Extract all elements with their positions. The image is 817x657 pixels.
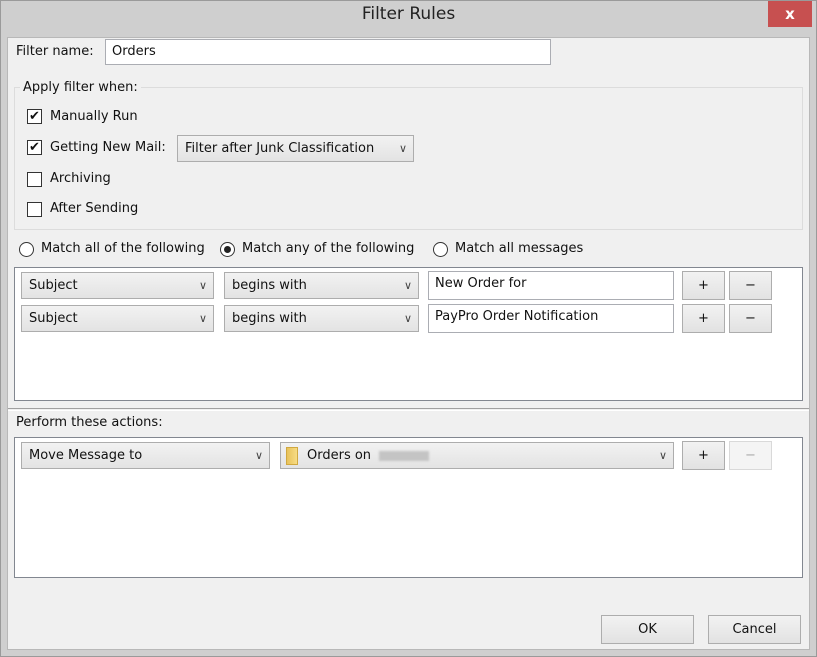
manually-run-checkbox[interactable]: ✔ [27, 109, 42, 124]
chevron-down-icon: ∨ [398, 142, 407, 155]
folder-icon [286, 447, 298, 465]
actions-label: Perform these actions: [16, 415, 163, 430]
after-sending-label: After Sending [50, 201, 139, 216]
filter-name-label: Filter name: [16, 44, 94, 59]
add-rule-button[interactable]: + [682, 304, 725, 333]
junk-classification-select[interactable]: Filter after Junk Classification ∨ [177, 135, 414, 162]
match-all-messages-radio[interactable] [433, 242, 448, 257]
select-value: Subject [29, 311, 78, 326]
splitter[interactable] [8, 408, 809, 411]
manually-run-label: Manually Run [50, 109, 138, 124]
match-all-label: Match all of the following [41, 241, 205, 256]
match-any-radio[interactable] [220, 242, 235, 257]
chevron-down-icon: ∨ [254, 449, 263, 462]
select-value: begins with [232, 278, 307, 293]
ok-button[interactable]: OK [601, 615, 694, 644]
archiving-checkbox[interactable] [27, 172, 42, 187]
redacted-account [379, 450, 430, 461]
filter-name-input[interactable]: Orders [105, 39, 551, 65]
remove-rule-button[interactable]: − [729, 271, 772, 300]
chevron-down-icon: ∨ [403, 279, 412, 292]
action-type-select[interactable]: Move Message to ∨ [21, 442, 270, 469]
chevron-down-icon: ∨ [198, 279, 207, 292]
rule-field-select[interactable]: Subject ∨ [21, 305, 214, 332]
target-folder-select[interactable]: Orders on ∨ [280, 442, 674, 469]
select-value: begins with [232, 311, 307, 326]
select-value: Subject [29, 278, 78, 293]
rule-operator-select[interactable]: begins with ∨ [224, 272, 419, 299]
apply-filter-label: Apply filter when: [20, 80, 141, 95]
add-action-button[interactable]: + [682, 441, 725, 470]
remove-rule-button[interactable]: − [729, 304, 772, 333]
select-value: Move Message to [29, 448, 143, 463]
remove-action-button: − [729, 441, 772, 470]
match-all-messages-label: Match all messages [455, 241, 584, 256]
cancel-button[interactable]: Cancel [708, 615, 801, 644]
chevron-down-icon: ∨ [403, 312, 412, 325]
rule-operator-select[interactable]: begins with ∨ [224, 305, 419, 332]
rule-value-input[interactable]: New Order for [428, 271, 674, 300]
close-button[interactable]: x [768, 1, 812, 27]
rule-value-input[interactable]: PayPro Order Notification [428, 304, 674, 333]
after-sending-checkbox[interactable] [27, 202, 42, 217]
chevron-down-icon: ∨ [198, 312, 207, 325]
match-all-radio[interactable] [19, 242, 34, 257]
new-mail-label: Getting New Mail: [50, 140, 166, 155]
chevron-down-icon: ∨ [658, 449, 667, 462]
new-mail-checkbox[interactable]: ✔ [27, 140, 42, 155]
rule-field-select[interactable]: Subject ∨ [21, 272, 214, 299]
match-any-label: Match any of the following [242, 241, 415, 256]
add-rule-button[interactable]: + [682, 271, 725, 300]
select-value: Filter after Junk Classification [185, 141, 375, 156]
select-value: Orders on [307, 448, 372, 463]
dialog-title: Filter Rules [361, 4, 456, 24]
archiving-label: Archiving [50, 171, 111, 186]
